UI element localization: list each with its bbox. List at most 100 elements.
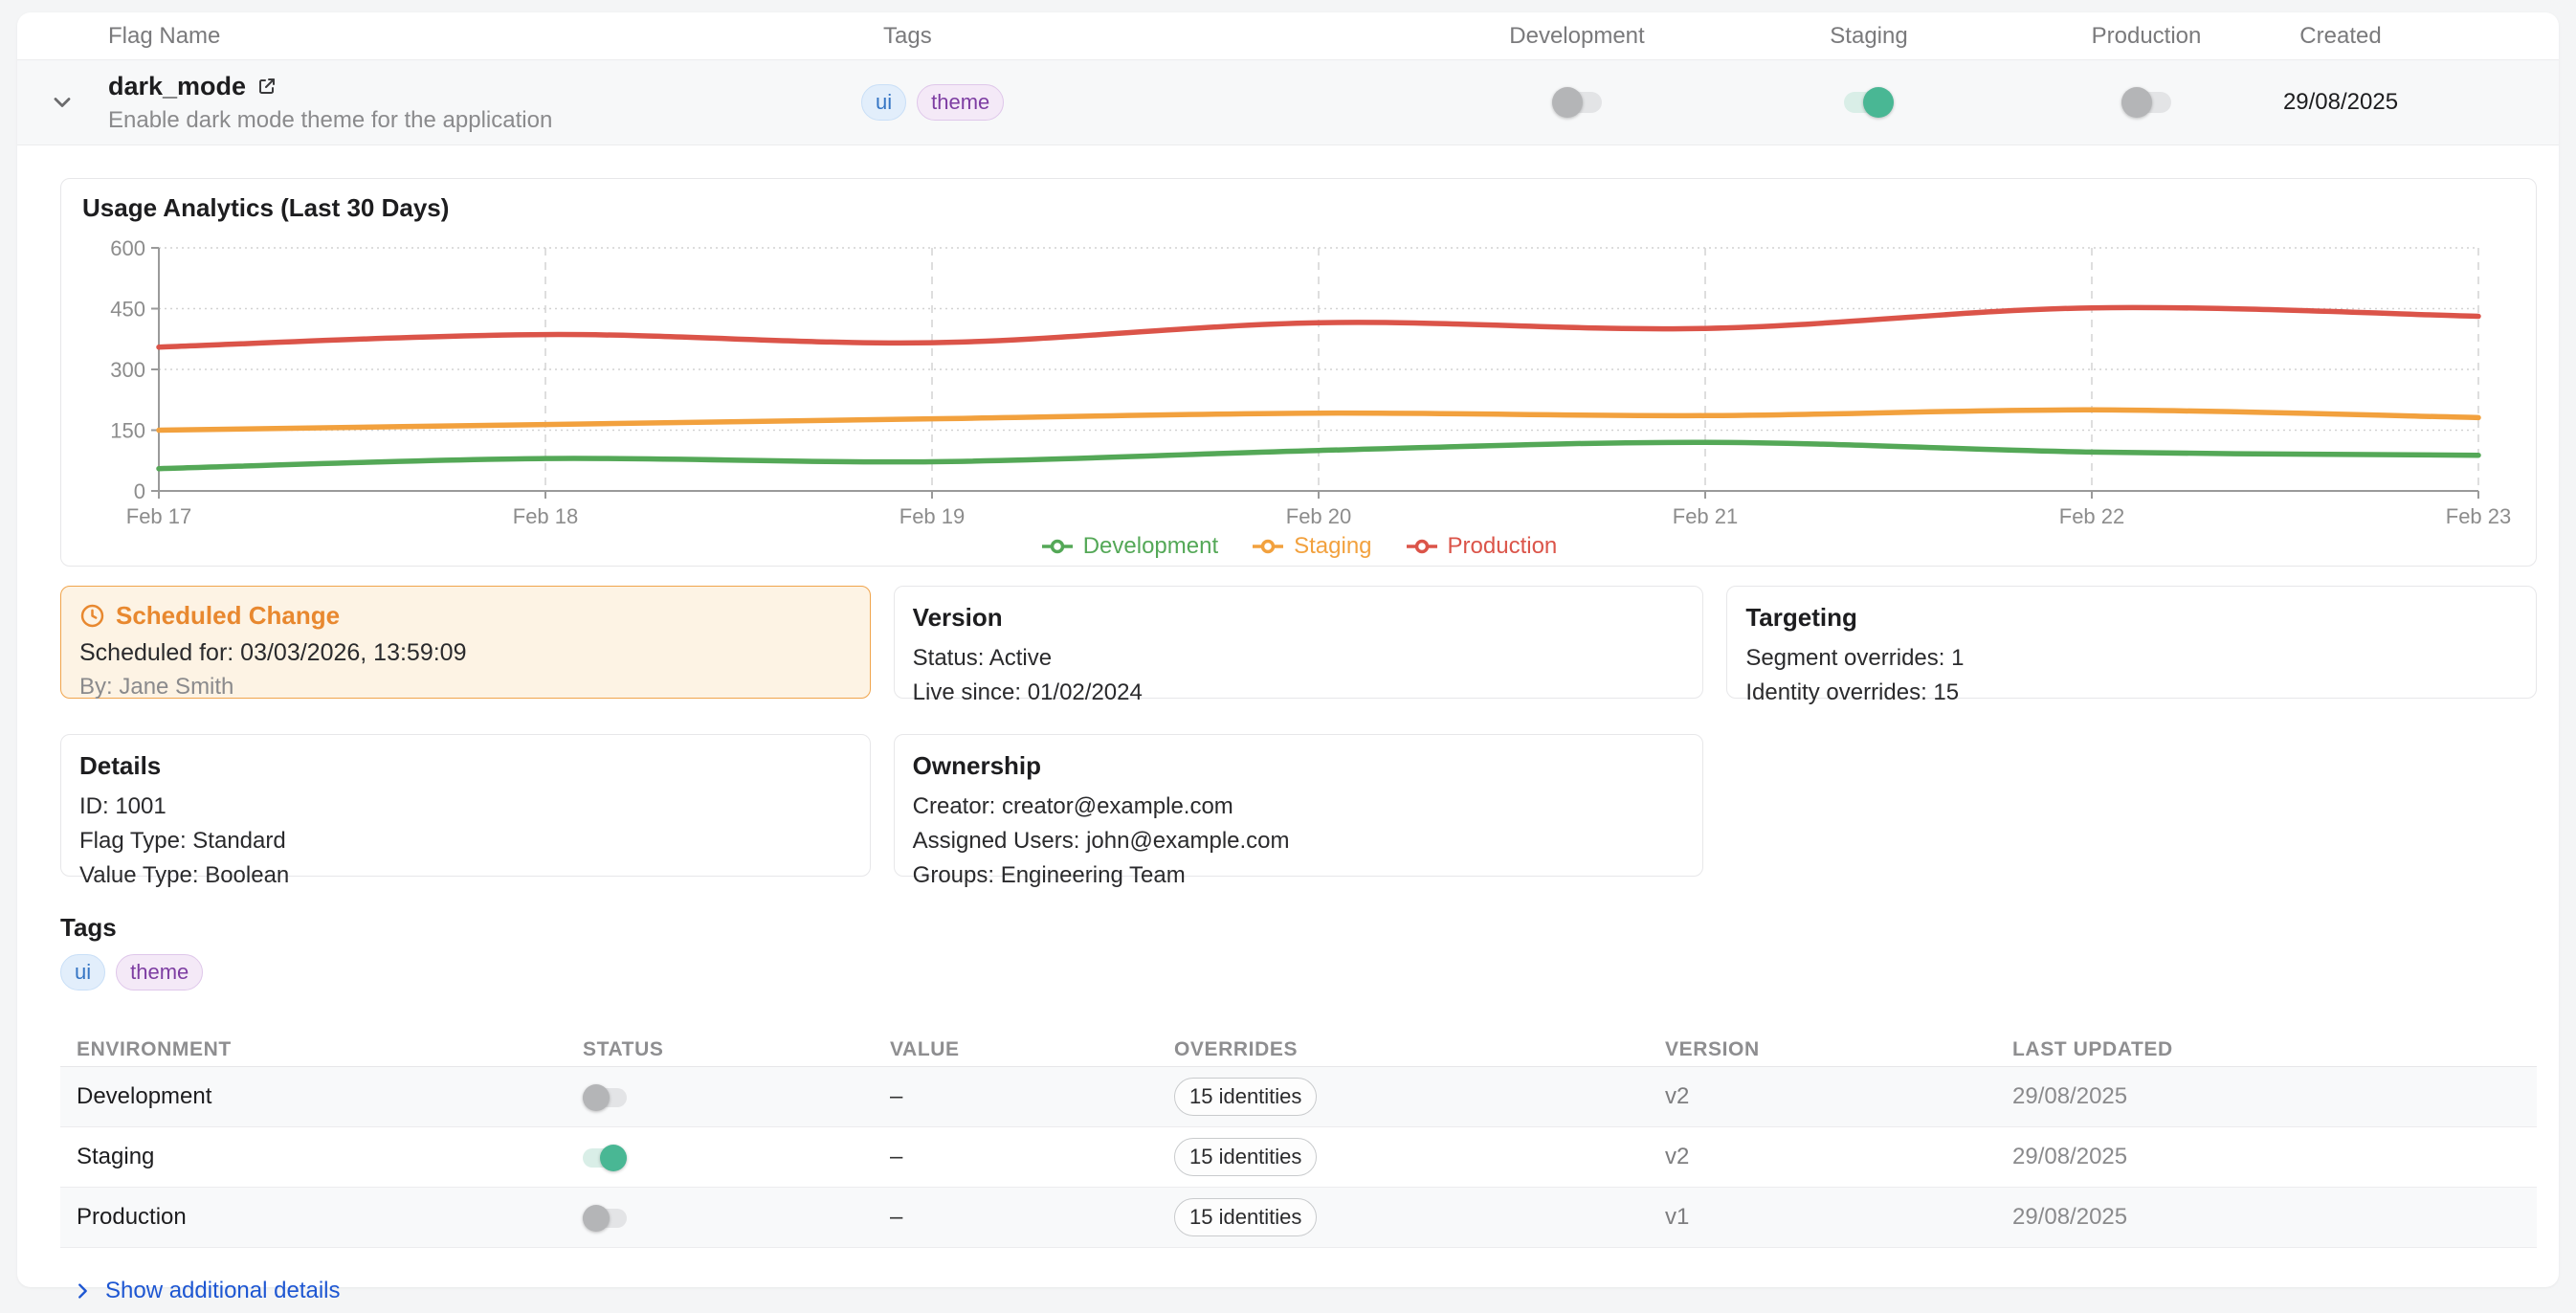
column-last-updated: LAST UPDATED xyxy=(2012,1038,2537,1061)
tag-theme[interactable]: theme xyxy=(116,954,203,990)
flag-id: ID: 1001 xyxy=(79,793,852,820)
environment-version: v1 xyxy=(1665,1204,2012,1231)
clock-icon xyxy=(79,603,105,629)
development-toggle[interactable] xyxy=(1552,92,1602,113)
svg-text:0: 0 xyxy=(134,479,145,503)
expand-chevron-icon[interactable] xyxy=(48,88,77,117)
environment-value: – xyxy=(890,1144,1174,1170)
assigned-users: Assigned Users: john@example.com xyxy=(913,828,1685,855)
column-development: Development xyxy=(1433,23,1721,50)
environment-last-updated: 29/08/2025 xyxy=(2012,1083,2537,1110)
external-link-icon[interactable] xyxy=(255,75,278,98)
svg-text:Feb 20: Feb 20 xyxy=(1286,504,1352,528)
legend-item-staging[interactable]: Staging xyxy=(1251,533,1371,560)
tags-section-title: Tags xyxy=(60,913,2537,943)
environment-last-updated: 29/08/2025 xyxy=(2012,1144,2537,1170)
svg-text:450: 450 xyxy=(110,298,145,322)
column-production: Production xyxy=(2017,23,2276,50)
environment-value: – xyxy=(890,1083,1174,1110)
toggle-knob xyxy=(600,1145,627,1171)
environment-last-updated: 29/08/2025 xyxy=(2012,1204,2537,1231)
toggle-knob xyxy=(1863,87,1894,118)
legend-item-development[interactable]: Development xyxy=(1040,533,1218,560)
environment-version: v2 xyxy=(1665,1083,2012,1110)
usage-analytics-card: Usage Analytics (Last 30 Days) 0 150 300 45… xyxy=(60,178,2537,567)
environment-version: v2 xyxy=(1665,1144,2012,1170)
column-tags: Tags xyxy=(861,23,1433,50)
production-toggle-cell xyxy=(2017,92,2276,113)
production-status-toggle[interactable] xyxy=(583,1209,627,1228)
environment-name: Development xyxy=(60,1083,583,1110)
details-card: Details ID: 1001 Flag Type: Standard Val… xyxy=(60,734,871,877)
version-status: Status: Active xyxy=(913,645,1685,672)
production-toggle[interactable] xyxy=(2121,92,2171,113)
flag-name-block: dark_mode Enable dark mode theme for the… xyxy=(108,72,552,134)
summary-cards-row: Scheduled Change Scheduled for: 03/03/20… xyxy=(60,586,2537,699)
svg-text:150: 150 xyxy=(110,419,145,443)
version-card: Version Status: Active Live since: 01/02… xyxy=(894,586,1704,699)
column-created: Created xyxy=(2276,23,2559,50)
toggle-knob xyxy=(2121,87,2152,118)
column-overrides: OVERRIDES xyxy=(1174,1038,1665,1061)
svg-text:600: 600 xyxy=(110,236,145,260)
identities-badge[interactable]: 15 identities xyxy=(1174,1138,1317,1176)
chevron-right-icon xyxy=(72,1280,93,1302)
feature-flag-page: { "colors": { "page_bg": "#f4f5f6", "tog… xyxy=(0,0,2576,1313)
flag-description: Enable dark mode theme for the applicati… xyxy=(108,107,552,134)
usage-analytics-chart: 0150300450600Feb 17Feb 18Feb 19Feb 20Feb… xyxy=(61,229,2536,533)
toggle-knob xyxy=(583,1084,610,1111)
environment-table: ENVIRONMENT STATUS VALUE OVERRIDES VERSI… xyxy=(60,1033,2537,1248)
environment-table-header: ENVIRONMENT STATUS VALUE OVERRIDES VERSI… xyxy=(60,1033,2537,1067)
detail-cards-row: Details ID: 1001 Flag Type: Standard Val… xyxy=(60,734,2537,877)
flag-name-cell: dark_mode Enable dark mode theme for the… xyxy=(17,72,861,134)
environment-name: Staging xyxy=(60,1144,583,1170)
scheduled-change-title-row: Scheduled Change xyxy=(79,601,852,631)
svg-text:300: 300 xyxy=(110,358,145,382)
segment-overrides: Segment overrides: 1 xyxy=(1745,645,2518,672)
empty-cell xyxy=(1726,734,2537,877)
table-row-production: Production – 15 identities v1 29/08/2025 xyxy=(60,1188,2537,1248)
scheduled-change-title: Scheduled Change xyxy=(116,601,340,631)
version-live-since: Live since: 01/02/2024 xyxy=(913,679,1685,706)
flag-row-dark-mode: dark_mode Enable dark mode theme for the… xyxy=(17,60,2559,145)
column-environment: ENVIRONMENT xyxy=(60,1038,583,1061)
tag-ui[interactable]: ui xyxy=(861,84,906,121)
development-status-toggle[interactable] xyxy=(583,1088,627,1107)
legend-marker-icon xyxy=(1251,539,1285,554)
details-card-title: Details xyxy=(79,751,852,781)
legend-item-production[interactable]: Production xyxy=(1405,533,1558,560)
version-card-title: Version xyxy=(913,603,1685,633)
flag-name[interactable]: dark_mode xyxy=(108,72,246,101)
legend-marker-icon xyxy=(1405,539,1439,554)
chart-title: Usage Analytics (Last 30 Days) xyxy=(61,179,2536,223)
show-additional-details-link[interactable]: Show additional details xyxy=(72,1278,2537,1304)
environment-value: – xyxy=(890,1204,1174,1231)
toggle-knob xyxy=(583,1205,610,1232)
scheduled-for-text: Scheduled for: 03/03/2026, 13:59:09 xyxy=(79,639,852,667)
environment-name: Production xyxy=(60,1204,583,1231)
identity-overrides: Identity overrides: 15 xyxy=(1745,679,2518,706)
scheduled-by-text: By: Jane Smith xyxy=(79,674,852,701)
tag-theme[interactable]: theme xyxy=(917,84,1004,121)
groups: Groups: Engineering Team xyxy=(913,862,1685,889)
identities-badge[interactable]: 15 identities xyxy=(1174,1078,1317,1116)
flag-created-date: 29/08/2025 xyxy=(2276,89,2559,116)
tag-ui[interactable]: ui xyxy=(60,954,105,990)
table-row-staging: Staging – 15 identities v2 29/08/2025 xyxy=(60,1127,2537,1188)
identities-badge[interactable]: 15 identities xyxy=(1174,1198,1317,1236)
tags-section: Tags ui theme xyxy=(60,913,2537,990)
column-status: STATUS xyxy=(583,1038,890,1061)
value-type: Value Type: Boolean xyxy=(79,862,852,889)
legend-label: Production xyxy=(1448,533,1558,560)
flag-detail-panel: Usage Analytics (Last 30 Days) 0 150 300 45… xyxy=(17,145,2559,1304)
ownership-card-title: Ownership xyxy=(913,751,1685,781)
column-staging: Staging xyxy=(1721,23,2017,50)
svg-text:Feb 22: Feb 22 xyxy=(2059,504,2125,528)
scheduled-change-card: Scheduled Change Scheduled for: 03/03/20… xyxy=(60,586,871,699)
development-toggle-cell xyxy=(1433,92,1721,113)
show-additional-details-label: Show additional details xyxy=(105,1278,341,1304)
targeting-card: Targeting Segment overrides: 1 Identity … xyxy=(1726,586,2537,699)
staging-toggle[interactable] xyxy=(1844,92,1894,113)
staging-status-toggle[interactable] xyxy=(583,1148,627,1168)
toggle-knob xyxy=(1552,87,1583,118)
